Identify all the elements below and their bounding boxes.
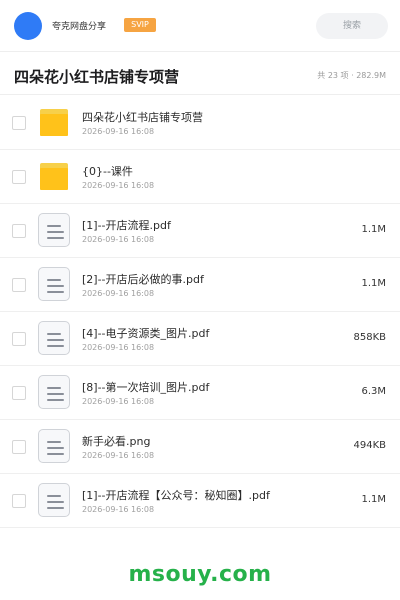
file-date: 2026-09-16 16:08 [82, 451, 155, 460]
select-checkbox[interactable] [12, 440, 26, 454]
search-button[interactable]: 搜索 [316, 13, 388, 39]
file-row[interactable]: [4]--电子资源类_图片.pdf 2026-09-16 16:08 858KB [0, 312, 400, 366]
file-row[interactable]: 新手必看.png 2026-09-16 16:08 494KB [0, 420, 400, 474]
file-date: 2026-09-16 16:08 [82, 343, 155, 352]
file-list: 四朵花小红书店铺专项营 2026-09-16 16:08 {0}--课件 202… [0, 96, 400, 528]
file-size: 6.3M [361, 386, 386, 397]
document-icon [38, 375, 70, 409]
file-row[interactable]: [1]--开店流程【公众号：秘知圈】.pdf 2026-09-16 16:08 … [0, 474, 400, 528]
document-icon [38, 267, 70, 301]
document-icon [38, 213, 70, 247]
file-row[interactable]: [1]--开店流程.pdf 2026-09-16 16:08 1.1M [0, 204, 400, 258]
top-bar: 夸克网盘分享 SVIP 搜索 [0, 0, 400, 52]
watermark: msouy.com [128, 562, 272, 587]
folder-icon [38, 162, 70, 192]
file-name: [2]--开店后必做的事.pdf [82, 273, 204, 286]
select-checkbox[interactable] [12, 386, 26, 400]
file-row[interactable]: 四朵花小红书店铺专项营 2026-09-16 16:08 [0, 96, 400, 150]
document-icon [38, 483, 70, 517]
svip-badge: SVIP [124, 18, 156, 32]
page-title: 四朵花小红书店铺专项营 [14, 68, 180, 86]
file-row[interactable]: [2]--开店后必做的事.pdf 2026-09-16 16:08 1.1M [0, 258, 400, 312]
file-name: [1]--开店流程【公众号：秘知圈】.pdf [82, 489, 270, 502]
file-name: 四朵花小红书店铺专项营 [82, 111, 203, 124]
file-size: 858KB [353, 332, 386, 343]
file-date: 2026-09-16 16:08 [82, 397, 155, 406]
folder-stats: 共 23 项 · 282.9M [317, 71, 386, 80]
file-size: 494KB [353, 440, 386, 451]
file-name: [4]--电子资源类_图片.pdf [82, 327, 210, 340]
folder-header: 四朵花小红书店铺专项营 共 23 项 · 282.9M [0, 53, 400, 95]
file-name: [8]--第一次培训_图片.pdf [82, 381, 210, 394]
file-date: 2026-09-16 16:08 [82, 505, 155, 514]
share-owner-name: 夸克网盘分享 [52, 22, 107, 32]
document-icon [38, 321, 70, 355]
folder-icon [38, 108, 70, 138]
file-size: 1.1M [361, 224, 386, 235]
file-date: 2026-09-16 16:08 [82, 127, 155, 136]
document-icon [38, 429, 70, 463]
file-date: 2026-09-16 16:08 [82, 235, 155, 244]
select-checkbox[interactable] [12, 170, 26, 184]
file-date: 2026-09-16 16:08 [82, 289, 155, 298]
file-row[interactable]: [8]--第一次培训_图片.pdf 2026-09-16 16:08 6.3M [0, 366, 400, 420]
file-name: 新手必看.png [82, 435, 151, 448]
select-checkbox[interactable] [12, 278, 26, 292]
file-row[interactable]: {0}--课件 2026-09-16 16:08 [0, 150, 400, 204]
select-checkbox[interactable] [12, 332, 26, 346]
file-size: 1.1M [361, 278, 386, 289]
file-name: {0}--课件 [82, 165, 133, 178]
file-date: 2026-09-16 16:08 [82, 181, 155, 190]
file-size: 1.1M [361, 494, 386, 505]
select-checkbox[interactable] [12, 224, 26, 238]
avatar[interactable] [14, 12, 42, 40]
select-checkbox[interactable] [12, 116, 26, 130]
file-name: [1]--开店流程.pdf [82, 219, 171, 232]
select-checkbox[interactable] [12, 494, 26, 508]
